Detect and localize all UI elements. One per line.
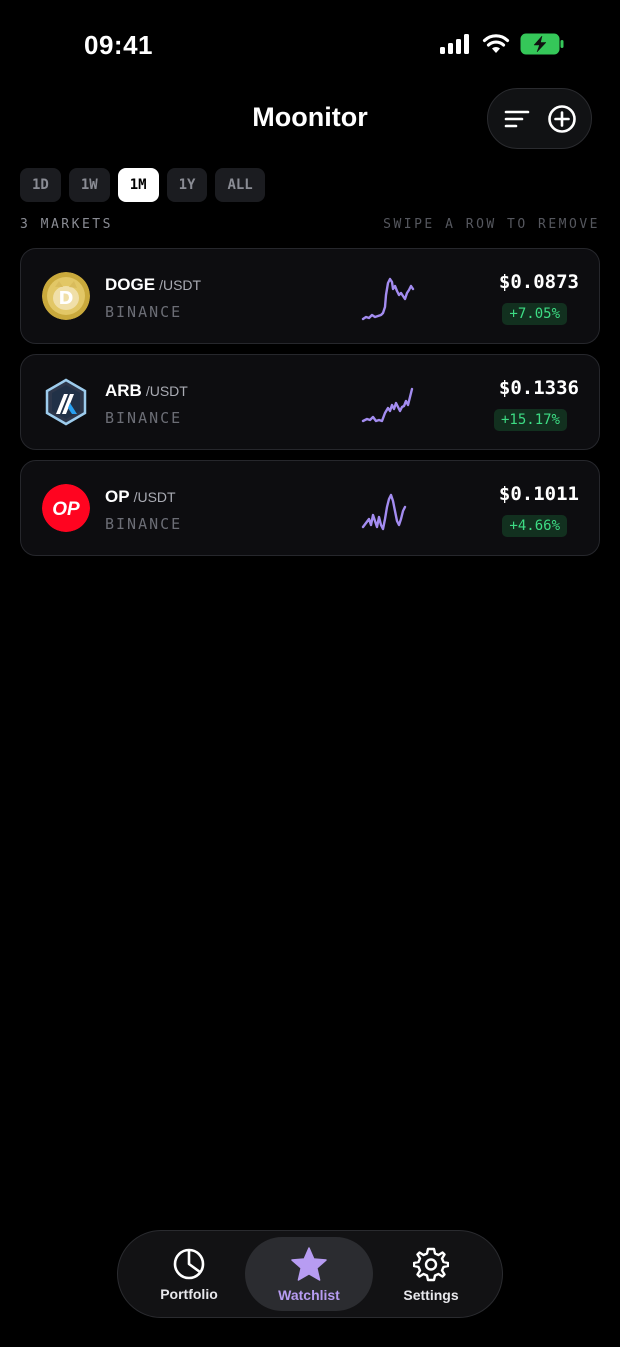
- range-tab-1d[interactable]: 1D: [20, 168, 61, 202]
- svg-text:D: D: [59, 288, 74, 309]
- range-tab-all[interactable]: ALL: [215, 168, 265, 202]
- tab-label: Portfolio: [160, 1285, 218, 1302]
- status-icons: [440, 33, 564, 55]
- price-value: $0.1011: [498, 483, 579, 505]
- bottom-tab-bar: Portfolio Watchlist Settings: [117, 1230, 503, 1318]
- pair-label: ARB /USDT: [105, 381, 188, 401]
- price-value: $0.1336: [498, 377, 579, 399]
- pair-quote: /USDT: [159, 277, 202, 293]
- plus-circle-icon: [548, 104, 577, 133]
- range-tab-1w[interactable]: 1W: [68, 168, 110, 202]
- tab-settings[interactable]: Settings: [367, 1237, 495, 1311]
- op-logo: OP: [42, 484, 90, 532]
- pair-base: DOGE: [105, 275, 156, 294]
- gear-icon: [413, 1247, 449, 1281]
- tab-watchlist[interactable]: Watchlist: [245, 1237, 373, 1311]
- wifi-icon: [482, 34, 510, 53]
- cellular-signal-icon: [440, 34, 469, 54]
- status-time: 09:41: [84, 30, 153, 60]
- exchange-label: BINANCE: [105, 303, 183, 321]
- pie-chart-icon: [173, 1248, 205, 1279]
- star-icon: [291, 1246, 327, 1281]
- tab-label: Settings: [403, 1286, 459, 1303]
- pair-quote: /USDT: [145, 383, 188, 399]
- add-market-button[interactable]: [542, 99, 582, 139]
- tab-label: Watchlist: [278, 1286, 340, 1303]
- pair-label: OP /USDT: [105, 487, 176, 507]
- market-count: 3 MARKETS: [20, 217, 113, 232]
- sparkline-chart: [361, 387, 414, 423]
- doge-logo: D: [42, 272, 90, 320]
- header-actions: [487, 88, 592, 149]
- change-badge: +4.66%: [502, 515, 567, 537]
- exchange-label: BINANCE: [105, 409, 183, 427]
- range-tabs: 1D 1W 1M 1Y ALL: [20, 168, 265, 202]
- list-meta: 3 MARKETS SWIPE A ROW TO REMOVE: [20, 217, 600, 232]
- tab-portfolio[interactable]: Portfolio: [125, 1237, 253, 1311]
- range-tab-1y[interactable]: 1Y: [166, 168, 208, 202]
- arb-logo: [45, 378, 87, 426]
- sort-button[interactable]: [497, 99, 537, 139]
- swipe-hint: SWIPE A ROW TO REMOVE: [383, 217, 600, 232]
- battery-charging-icon: [520, 33, 564, 55]
- pair-quote: /USDT: [133, 489, 176, 505]
- market-row-doge[interactable]: D DOGE /USDT BINANCE $0.0873 +7.05%: [20, 248, 600, 344]
- market-list: D DOGE /USDT BINANCE $0.0873 +7.05% ARB …: [20, 248, 600, 566]
- exchange-label: BINANCE: [105, 515, 183, 533]
- change-badge: +15.17%: [493, 409, 567, 431]
- market-row-arb[interactable]: ARB /USDT BINANCE $0.1336 +15.17%: [20, 354, 600, 450]
- sort-icon: [504, 110, 530, 127]
- pair-base: ARB: [105, 381, 142, 400]
- range-tab-1m[interactable]: 1M: [117, 168, 159, 202]
- pair-base: OP: [105, 487, 130, 506]
- change-badge: +7.05%: [502, 303, 567, 325]
- sparkline-chart: [361, 493, 407, 531]
- pair-label: DOGE /USDT: [105, 275, 201, 295]
- price-value: $0.0873: [498, 271, 579, 293]
- sparkline-chart: [361, 277, 415, 321]
- market-row-op[interactable]: OP OP /USDT BINANCE $0.1011 +4.66%: [20, 460, 600, 556]
- status-bar: 09:41: [0, 0, 620, 90]
- svg-text:OP: OP: [52, 499, 80, 520]
